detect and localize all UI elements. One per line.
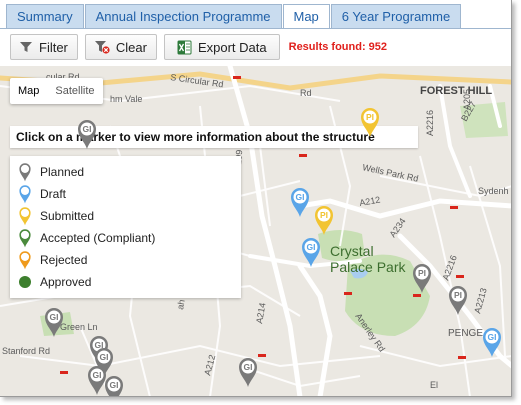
map-view[interactable]: cular Rd S Circular Rd hm Vale Rd FOREST… bbox=[0, 66, 511, 396]
map-label-el: El bbox=[430, 380, 438, 390]
map-pin-icon: GI bbox=[45, 308, 63, 337]
map-marker-planned[interactable]: GI bbox=[103, 374, 125, 396]
legend-item: Draft bbox=[10, 183, 241, 205]
svg-text:GI: GI bbox=[296, 192, 305, 202]
map-marker-planned[interactable]: GI bbox=[76, 118, 98, 150]
legend-item: Approved bbox=[10, 271, 241, 293]
legend-item-label: Rejected bbox=[40, 253, 88, 267]
clear-filter-icon bbox=[94, 41, 110, 54]
map-type-satellite-button[interactable]: Satellite bbox=[47, 78, 102, 104]
filter-button-label: Filter bbox=[39, 39, 68, 55]
map-marker-draft[interactable]: GI bbox=[289, 186, 311, 218]
export-data-button[interactable]: Export Data bbox=[163, 34, 280, 60]
tab-6-year-programme[interactable]: 6 Year Programme bbox=[330, 4, 462, 28]
legend-pin-icon bbox=[19, 207, 31, 226]
map-instruction-banner: Click on a marker to view more informati… bbox=[10, 126, 418, 148]
map-marker-planned[interactable]: PI bbox=[411, 262, 433, 294]
map-label-palace-park: Palace Park bbox=[330, 259, 406, 275]
map-pin-icon: GI bbox=[78, 120, 96, 149]
svg-text:GI: GI bbox=[307, 242, 316, 252]
excel-icon bbox=[177, 40, 192, 54]
legend-item-label: Approved bbox=[40, 275, 92, 289]
map-legend: Planned Draft Submitted Accepted (Compliant… bbox=[10, 156, 241, 298]
map-marker-submitted[interactable]: PI bbox=[359, 106, 381, 138]
legend-pin-icon bbox=[19, 185, 31, 204]
tab-summary[interactable]: Summary bbox=[6, 4, 84, 28]
export-data-button-label: Export Data bbox=[197, 39, 267, 55]
map-pin-icon: PI bbox=[361, 108, 379, 137]
clear-button-label: Clear bbox=[115, 39, 147, 55]
map-marker-planned[interactable]: GI bbox=[43, 306, 65, 338]
map-marker-planned[interactable]: GI bbox=[237, 356, 259, 388]
map-pin-icon: GI bbox=[239, 358, 257, 387]
filter-button[interactable]: Filter bbox=[10, 34, 78, 60]
svg-text:GI: GI bbox=[244, 362, 253, 372]
legend-pin-icon bbox=[19, 276, 31, 288]
toolbar: Filter Clear Export Data Results found: … bbox=[10, 34, 387, 60]
map-label-stanford-rd: Stanford Rd bbox=[2, 346, 50, 356]
legend-item: Submitted bbox=[10, 205, 241, 227]
map-marker-draft[interactable]: GI bbox=[300, 236, 322, 268]
legend-pin-icon bbox=[19, 229, 31, 248]
tab-annual-inspection-programme[interactable]: Annual Inspection Programme bbox=[84, 4, 282, 28]
map-label-vale: hm Vale bbox=[110, 94, 142, 104]
map-pin-icon: GI bbox=[291, 188, 309, 217]
map-pin-icon: PI bbox=[315, 206, 333, 235]
svg-text:PI: PI bbox=[418, 268, 426, 278]
svg-text:PI: PI bbox=[320, 210, 328, 220]
map-marker-planned[interactable]: PI bbox=[447, 284, 469, 316]
svg-text:GI: GI bbox=[93, 370, 102, 380]
map-pin-icon: GI bbox=[105, 376, 123, 396]
app-window: Summary Annual Inspection Programme Map … bbox=[0, 0, 512, 397]
legend-pin-icon bbox=[19, 163, 31, 182]
legend-item-label: Submitted bbox=[40, 209, 95, 223]
map-pin-icon: GI bbox=[483, 328, 501, 357]
svg-text:PI: PI bbox=[366, 112, 374, 122]
map-pin-icon: PI bbox=[449, 286, 467, 315]
map-marker-submitted[interactable]: PI bbox=[313, 204, 335, 236]
legend-item-label: Planned bbox=[40, 165, 85, 179]
svg-text:GI: GI bbox=[488, 332, 497, 342]
map-label-crystal: Crystal bbox=[330, 243, 374, 259]
legend-item: Planned bbox=[10, 161, 241, 183]
svg-text:GI: GI bbox=[83, 124, 92, 134]
svg-text:PI: PI bbox=[454, 290, 462, 300]
results-count: Results found: 952 bbox=[288, 41, 388, 53]
legend-pin-icon bbox=[19, 251, 31, 270]
legend-item: Rejected bbox=[10, 249, 241, 271]
map-type-map-button[interactable]: Map bbox=[10, 78, 47, 104]
map-label-a2216: A2216 bbox=[425, 110, 435, 136]
map-type-control: Map Satellite bbox=[10, 78, 103, 104]
map-label-rd: Rd bbox=[300, 88, 312, 98]
tab-divider bbox=[0, 28, 511, 29]
map-label-penge: PENGE bbox=[448, 328, 483, 339]
map-label-sydenham: Sydenh bbox=[478, 186, 509, 196]
map-pin-icon: GI bbox=[302, 238, 320, 267]
map-label-green-ln: Green Ln bbox=[60, 322, 98, 332]
svg-text:GI: GI bbox=[100, 352, 109, 362]
map-pin-icon: PI bbox=[413, 264, 431, 293]
legend-item-label: Draft bbox=[40, 187, 67, 201]
clear-button[interactable]: Clear bbox=[84, 34, 157, 60]
svg-text:GI: GI bbox=[50, 312, 59, 322]
map-marker-draft[interactable]: GI bbox=[481, 326, 503, 358]
legend-item-label: Accepted (Compliant) bbox=[40, 231, 156, 245]
tab-map[interactable]: Map bbox=[282, 4, 330, 29]
map-label-forest-hill: FOREST HILL bbox=[420, 85, 492, 97]
legend-item: Accepted (Compliant) bbox=[10, 227, 241, 249]
tab-bar: Summary Annual Inspection Programme Map … bbox=[6, 4, 462, 29]
svg-text:GI: GI bbox=[110, 380, 119, 390]
filter-icon bbox=[20, 42, 32, 52]
